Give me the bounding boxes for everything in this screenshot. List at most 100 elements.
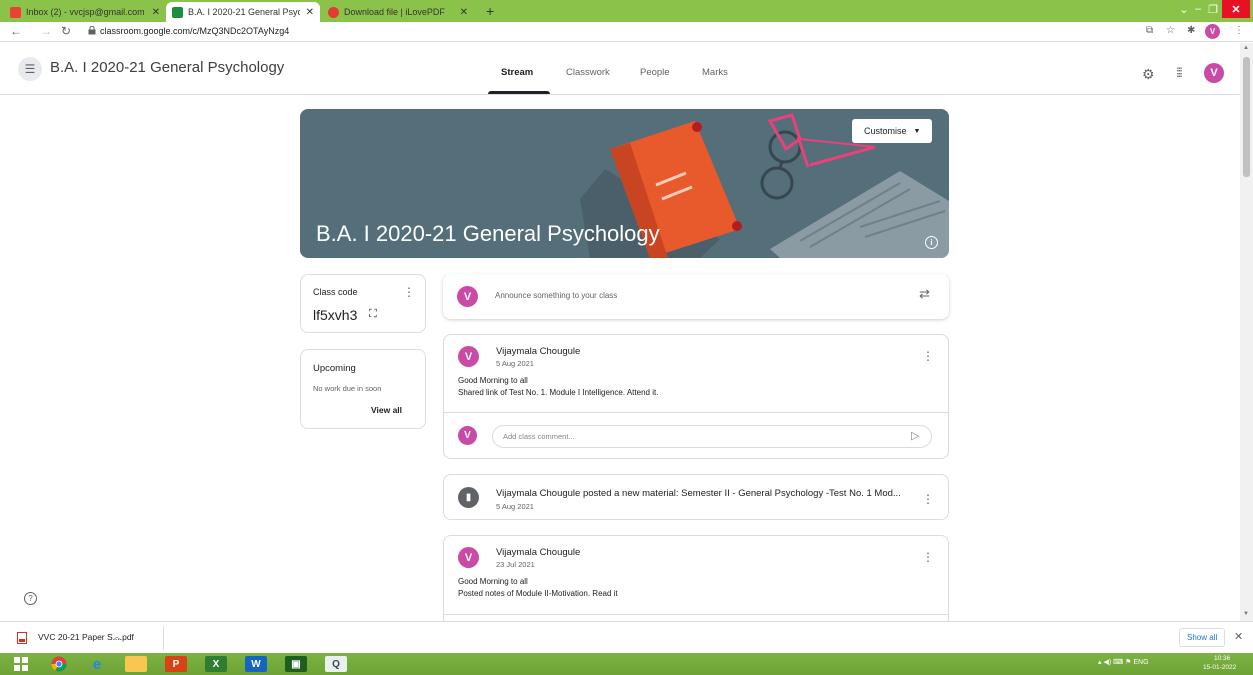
clock-date[interactable]: 15-01-2022 (1203, 664, 1236, 671)
avatar: V (457, 286, 478, 307)
more-options-icon[interactable]: ⋮ (403, 285, 415, 299)
url-field[interactable]: classroom.google.com/c/MzQ3NDc2OTAyNzg4 (100, 26, 289, 36)
language-indicator[interactable]: ENG (1133, 659, 1148, 666)
reuse-post-icon[interactable]: ⇄ (919, 286, 930, 302)
system-tray[interactable]: ▴ ◀) ⌨ ⚑ ENG (1098, 658, 1149, 666)
account-avatar[interactable]: V (1204, 63, 1224, 83)
class-comment-input[interactable]: Add class comment... ▷ (492, 425, 932, 448)
download-bar: VVC 20-21 Paper S....pdf ︿ Show all ✕ (0, 621, 1253, 653)
extensions-icon[interactable]: ✱ (1187, 25, 1195, 36)
browser-menu-icon[interactable]: ⋮ (1234, 25, 1244, 36)
divider (444, 614, 948, 615)
comment-placeholder: Add class comment... (503, 432, 575, 441)
store-icon[interactable]: ▣ (285, 656, 307, 672)
tab-people[interactable]: People (640, 67, 670, 78)
share-icon[interactable]: ⧉ (1146, 25, 1153, 36)
announce-placeholder[interactable]: Announce something to your class (495, 291, 617, 300)
banner-title: B.A. I 2020-21 General Psychology (316, 221, 660, 246)
class-code-value: lf5xvh3 (313, 307, 358, 323)
upcoming-title: Upcoming (313, 363, 356, 374)
excel-icon[interactable]: X (205, 656, 227, 672)
close-icon[interactable]: ✕ (460, 7, 468, 18)
material-icon: ▮ (458, 487, 479, 508)
chrome-icon[interactable] (48, 656, 70, 672)
divider (444, 412, 948, 413)
post-text-line: Good Morning to all (458, 376, 528, 385)
file-explorer-icon[interactable] (125, 656, 147, 672)
more-options-icon[interactable]: ⋮ (922, 492, 934, 506)
word-icon[interactable]: W (245, 656, 267, 672)
forward-icon[interactable]: → (40, 24, 52, 38)
restore-icon[interactable]: ❐ (1206, 0, 1220, 18)
view-all-link[interactable]: View all (371, 405, 402, 415)
browser-tab-ilovepdf[interactable]: Download file | iLovePDF ✕ (322, 2, 474, 22)
browser-tab-classroom[interactable]: B.A. I 2020-21 General Psychology ✕ (166, 2, 320, 22)
active-tab-indicator (488, 91, 550, 94)
post-text-line: Shared link of Test No. 1. Module I Inte… (458, 388, 659, 397)
settings-gear-icon[interactable]: ⚙ (1142, 66, 1155, 83)
new-tab-button[interactable]: + (486, 3, 494, 19)
pdf-file-icon (17, 632, 27, 644)
tab-classwork[interactable]: Classwork (566, 67, 610, 78)
announce-box[interactable]: V Announce something to your class ⇄ (443, 274, 949, 319)
magnifier-icon[interactable]: Q (325, 656, 347, 672)
tab-marks[interactable]: Marks (702, 67, 728, 78)
scroll-up-icon[interactable]: ▲ (1243, 45, 1249, 51)
minimize-icon[interactable]: – (1192, 0, 1204, 18)
more-options-icon[interactable]: ⋮ (922, 349, 934, 363)
info-icon[interactable]: i (925, 236, 938, 249)
material-title[interactable]: Vijaymala Chougule posted a new material… (496, 488, 901, 499)
post-date: 5 Aug 2021 (496, 359, 534, 368)
main-menu-button[interactable]: ☰ (18, 57, 42, 81)
google-apps-icon[interactable]: ⁞⁞⁞ (1176, 65, 1183, 80)
page-title[interactable]: B.A. I 2020-21 General Psychology (50, 59, 284, 76)
customise-button[interactable]: Customise ▼ (852, 119, 933, 143)
lock-icon (88, 26, 96, 35)
ilovepdf-icon (328, 6, 339, 18)
avatar: V (458, 346, 479, 367)
post-text-line: Posted notes of Module II-Motivation. Re… (458, 589, 618, 598)
tab-stream[interactable]: Stream (501, 67, 533, 78)
powerpoint-icon[interactable]: P (165, 656, 187, 672)
close-icon[interactable]: ✕ (1234, 630, 1243, 643)
window-close-icon[interactable]: ✕ (1222, 0, 1250, 18)
windows-taskbar: e P X W ▣ Q ▴ ◀) ⌨ ⚑ ENG 10:36 15-01-202… (0, 653, 1253, 675)
post-author: Vijaymala Chougule (496, 547, 581, 558)
upcoming-empty-text: No work due in soon (313, 384, 382, 393)
post-date: 5 Aug 2021 (496, 502, 534, 511)
tab-search-icon[interactable]: ⌄ (1176, 0, 1192, 18)
internet-explorer-icon[interactable]: e (86, 656, 108, 673)
classroom-header: ☰ B.A. I 2020-21 General Psychology Stre… (0, 43, 1240, 95)
post-text-line: Good Morning to all (458, 577, 528, 586)
browser-address-bar: ← → ↻ classroom.google.com/c/MzQ3NDc2OTA… (0, 22, 1253, 42)
back-icon[interactable]: ← (10, 24, 22, 38)
more-options-icon[interactable]: ⋮ (922, 550, 934, 564)
upcoming-card: Upcoming No work due in soon View all (300, 349, 426, 429)
show-all-button[interactable]: Show all (1179, 628, 1226, 647)
class-code-label: Class code (313, 287, 358, 297)
profile-avatar[interactable]: V (1205, 24, 1220, 39)
scroll-down-icon[interactable]: ▼ (1243, 611, 1249, 617)
material-post[interactable]: ▮ Vijaymala Chougule posted a new materi… (443, 474, 949, 520)
divider (163, 626, 164, 650)
reload-icon[interactable]: ↻ (61, 24, 71, 38)
browser-tab-gmail[interactable]: Inbox (2) - vvcjsp@gmail.com - Gmail ✕ (4, 2, 166, 22)
avatar: V (458, 547, 479, 568)
bookmark-star-icon[interactable]: ☆ (1166, 25, 1175, 36)
clock-time[interactable]: 10:36 (1214, 655, 1230, 662)
send-icon[interactable]: ▷ (911, 429, 919, 442)
dropdown-arrow-icon: ▼ (913, 127, 921, 135)
windows-start-icon[interactable] (10, 656, 32, 672)
help-icon[interactable]: ? (24, 592, 37, 605)
hamburger-icon: ☰ (24, 62, 36, 76)
announcement-post: V Vijaymala Chougule 5 Aug 2021 ⋮ Good M… (443, 334, 949, 459)
close-icon[interactable]: ✕ (152, 7, 160, 18)
close-icon[interactable]: ✕ (306, 7, 314, 18)
post-date: 23 Jul 2021 (496, 560, 535, 569)
scrollbar-thumb[interactable] (1243, 57, 1250, 177)
gmail-icon (10, 6, 21, 18)
fullscreen-icon[interactable]: ⛶ (369, 308, 377, 321)
page-scrollbar[interactable]: ▲ ▼ (1240, 43, 1253, 621)
post-author: Vijaymala Chougule (496, 346, 581, 357)
chevron-up-icon[interactable]: ︿ (113, 631, 121, 642)
